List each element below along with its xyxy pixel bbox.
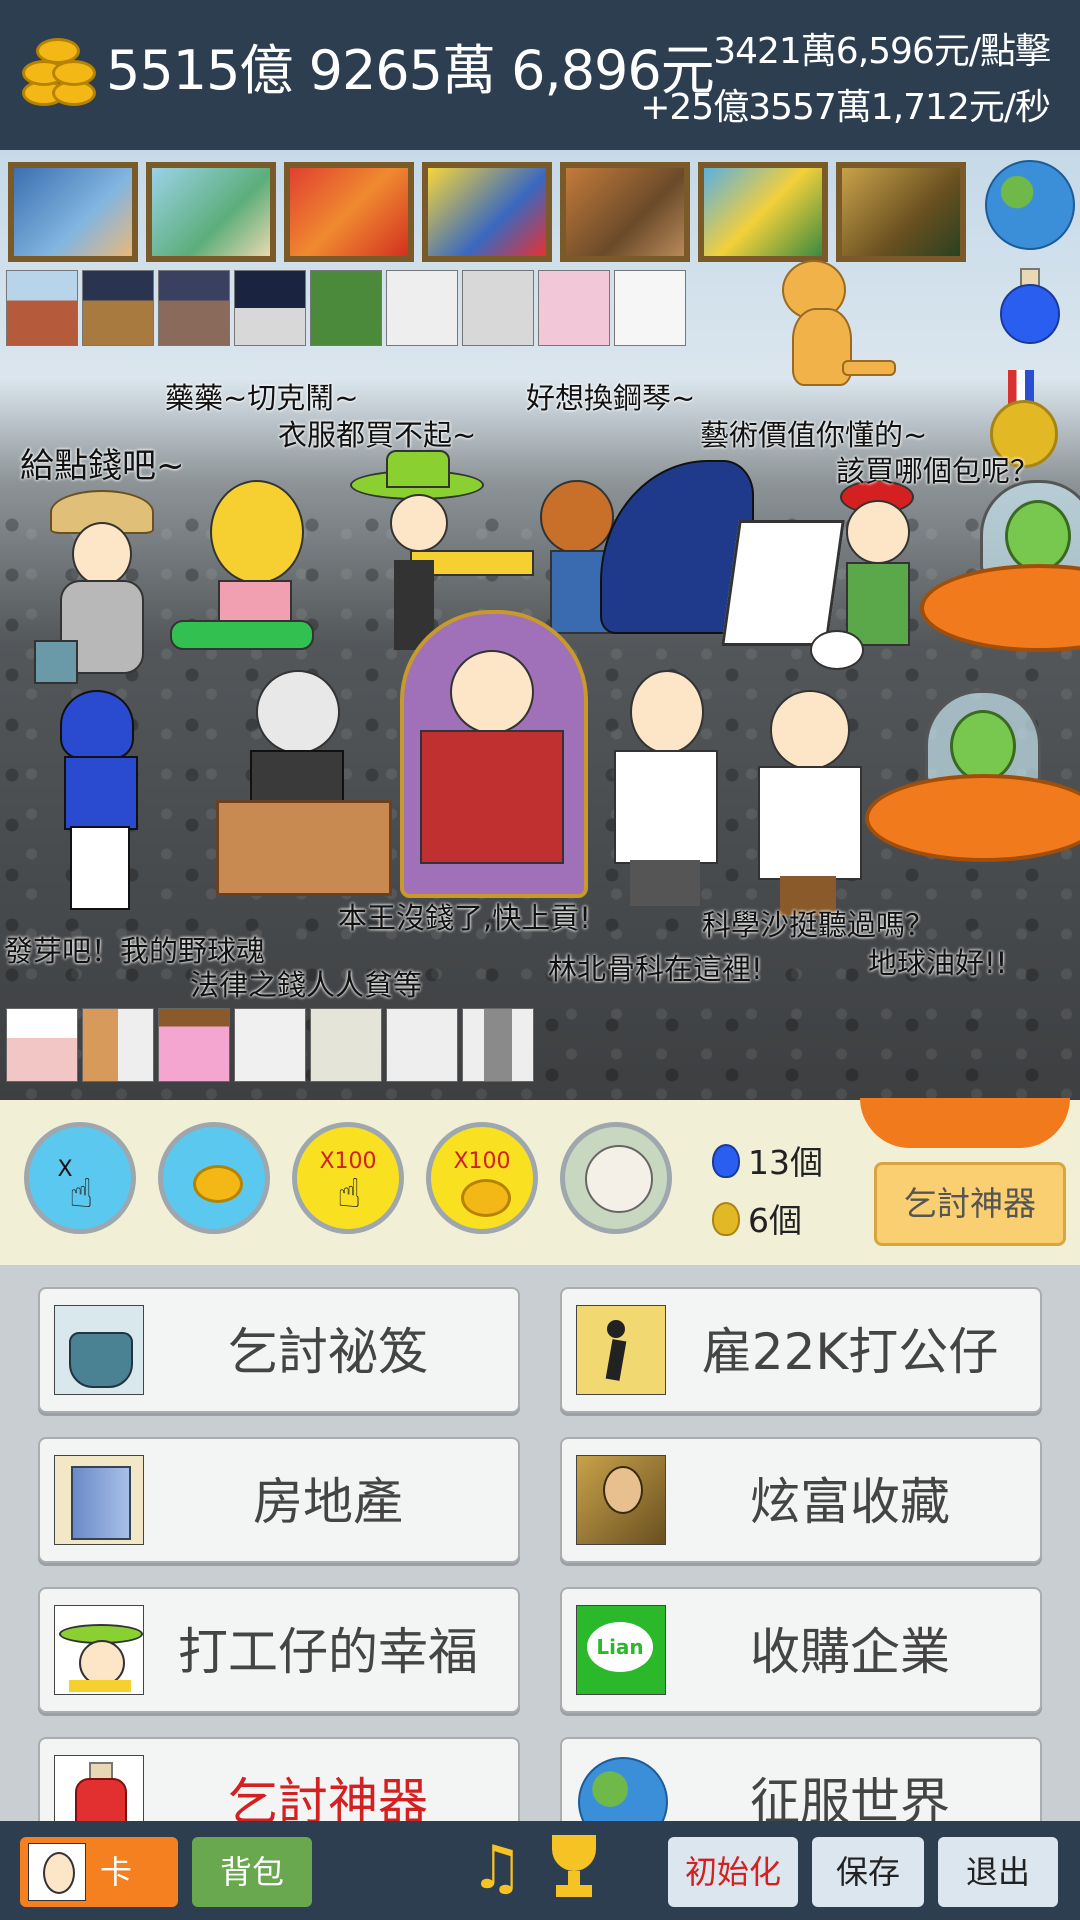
- painting-van-gogh-icon: [8, 162, 138, 262]
- building-mall-icon: [158, 270, 230, 346]
- blue-potion-small-icon: [712, 1144, 740, 1178]
- baseball-player-character[interactable]: [50, 690, 170, 920]
- arcade-machine-icon: [538, 270, 610, 346]
- coin-stack-icon: [22, 30, 98, 114]
- building-icon: [54, 1455, 144, 1545]
- menu-begging-artifact[interactable]: 乞討神器: [38, 1737, 520, 1821]
- potion-icon: [54, 1755, 144, 1821]
- building-tower-icon: [234, 270, 306, 346]
- taipei101-icon: [386, 1008, 458, 1082]
- ufo-alien-top[interactable]: [920, 480, 1080, 652]
- house-icon: [6, 1008, 78, 1082]
- office-grid-icon: [310, 1008, 382, 1082]
- coin-x100-button[interactable]: X100: [426, 1122, 538, 1234]
- speech-doctor: 林北骨科在這裡!: [548, 952, 763, 986]
- office-block-icon: [462, 270, 534, 346]
- cafe-icon: [158, 1008, 230, 1082]
- building-red-hall-icon: [6, 270, 78, 346]
- menu-begging-secrets[interactable]: 乞討祕笈: [38, 1287, 520, 1413]
- speech-scientist: 科學沙挺聽過嗎？: [702, 908, 935, 942]
- stats-bar: 5515億 9265萬 6,896元 3421萬6,596元/點擊 +25億35…: [0, 0, 1080, 150]
- worker-sign-icon: [576, 1305, 666, 1395]
- money-total: 5515億 9265萬 6,896元: [106, 39, 715, 102]
- coin-boost-button[interactable]: [158, 1122, 270, 1234]
- menu-acquire-company[interactable]: Lian 收購企業: [560, 1587, 1042, 1713]
- money-per-click: 3421萬6,596元/點擊: [713, 31, 1051, 72]
- save-button[interactable]: 保存: [812, 1837, 924, 1907]
- bottom-nav: 卡 背包 ♫ 初始化 保存 退出: [0, 1821, 1080, 1920]
- gold-pot-small-icon: [712, 1202, 740, 1236]
- coins-icon: [193, 1165, 243, 1203]
- building-night-icon: [82, 270, 154, 346]
- money-per-second: +25億3557萬1,712元/秒: [640, 87, 1051, 128]
- gold-count: 6個: [712, 1194, 802, 1242]
- reset-button[interactable]: 初始化: [668, 1837, 798, 1907]
- globe-icon[interactable]: [985, 160, 1075, 250]
- game-scene[interactable]: 藥藥~切克鬧~ 衣服都買不起~ 給點錢吧~ 好想換鋼琴~ 藝術價值你懂的~ 該買…: [0, 150, 1080, 1100]
- click-boost-button[interactable]: X ☝: [24, 1122, 136, 1234]
- card-button[interactable]: 卡: [20, 1837, 178, 1907]
- speech-alien-2: 地球油好!!: [868, 946, 1008, 980]
- office-small-icon: [234, 1008, 306, 1082]
- speech-rocker: 藥藥~切克鬧~: [165, 381, 359, 415]
- speech-king: 本王沒錢了,快上貢!: [338, 901, 591, 935]
- beggar-bowl-icon: [54, 1305, 144, 1395]
- painting-tahiti-icon: [698, 162, 828, 262]
- menu-grid: 乞討祕笈 雇22K打公仔 房地產 炫富收藏 打工仔的幸福 Lian 收購企業 乞…: [0, 1265, 1080, 1821]
- trophy-icon[interactable]: [548, 1835, 600, 1901]
- judge-character[interactable]: [210, 670, 392, 900]
- painter-character[interactable]: [721, 480, 930, 710]
- opera-house-icon: [386, 270, 458, 346]
- menu-real-estate[interactable]: 房地產: [38, 1437, 520, 1563]
- click-x100-button[interactable]: X100 ☝: [292, 1122, 404, 1234]
- coins-x100-icon: [461, 1179, 511, 1217]
- speech-beggar: 給點錢吧~: [20, 446, 185, 486]
- scientist-character[interactable]: [740, 690, 880, 920]
- doctor-character[interactable]: [600, 670, 730, 910]
- speech-pianist: 好想換鋼琴~: [526, 381, 696, 415]
- castle-icon: [614, 270, 686, 346]
- menu-hire-worker[interactable]: 雇22K打公仔: [560, 1287, 1042, 1413]
- hand-x100-icon: ☝: [337, 1171, 362, 1217]
- avatar-icon: [28, 1843, 86, 1901]
- speech-worker: 衣服都買不起~: [278, 418, 477, 452]
- painting-card-players-icon: [560, 162, 690, 262]
- mona-lisa-icon: [576, 1455, 666, 1545]
- bag-button[interactable]: 背包: [192, 1837, 312, 1907]
- beggar-god-button[interactable]: [560, 1122, 672, 1234]
- painting-scream-icon: [284, 162, 414, 262]
- menu-conquer-world[interactable]: 征服世界: [560, 1737, 1042, 1821]
- drawer-handle[interactable]: [860, 1098, 1070, 1148]
- hat-man-icon: [54, 1605, 144, 1695]
- baseball-field-icon: [310, 270, 382, 346]
- menu-luxury-collection[interactable]: 炫富收藏: [560, 1437, 1042, 1563]
- globe-menu-icon: [576, 1755, 668, 1821]
- begging-artifact-button[interactable]: 乞討神器: [874, 1162, 1066, 1246]
- speech-judge: 法律之錢人人貧等: [190, 968, 423, 1002]
- painting-green-woman-icon: [146, 162, 276, 262]
- speech-alien: 該買哪個包呢？: [836, 454, 1040, 488]
- hand-icon: ☝: [69, 1171, 94, 1217]
- ufo-alien-bottom[interactable]: [865, 690, 1080, 862]
- blue-potion-icon[interactable]: [1000, 268, 1060, 344]
- painting-mona-lisa-icon: [836, 162, 966, 262]
- king-character[interactable]: [380, 610, 600, 910]
- old-beggar-icon: [585, 1145, 653, 1213]
- apartment-icon: [82, 1008, 154, 1082]
- menu-worker-happiness[interactable]: 打工仔的幸福: [38, 1587, 520, 1713]
- orange-cat-icon[interactable]: [772, 260, 896, 390]
- skyscraper-icon: [462, 1008, 534, 1082]
- potion-count: 13個: [712, 1136, 823, 1184]
- beggar-character[interactable]: [30, 490, 170, 690]
- music-note-icon[interactable]: ♫: [470, 1833, 524, 1903]
- quit-button[interactable]: 退出: [938, 1837, 1058, 1907]
- painting-picasso-icon: [422, 162, 552, 262]
- lian-logo-icon: Lian: [576, 1605, 666, 1695]
